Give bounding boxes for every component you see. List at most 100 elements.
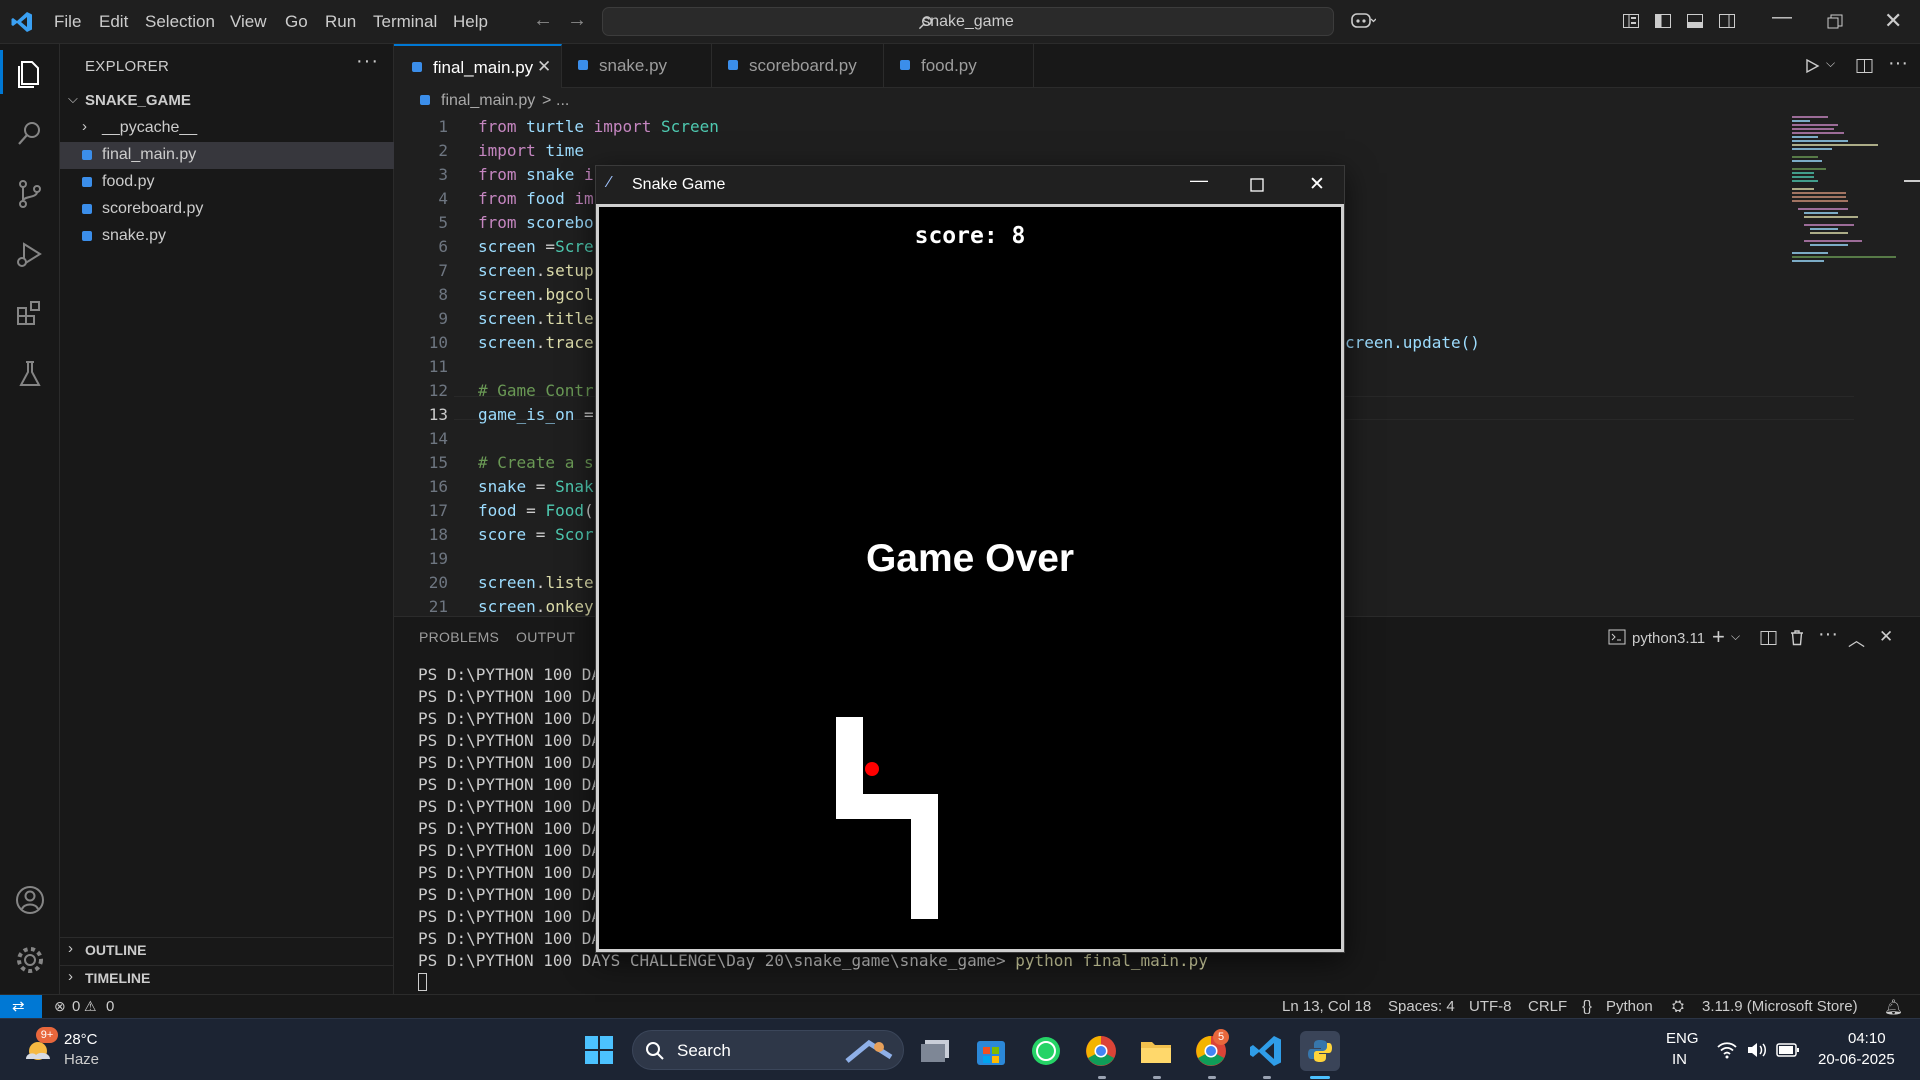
snake-game-window[interactable]: ⁄ Snake Game — ✕ score: 8 Game Over xyxy=(595,165,1345,953)
menu-go[interactable]: Go xyxy=(285,12,308,32)
maximize-panel-icon[interactable]: ︿ xyxy=(1848,626,1865,651)
terminal-line: PS D:\PYTHON 100 DAY xyxy=(418,665,611,684)
vscode-taskbar-icon[interactable] xyxy=(1246,1031,1286,1071)
python-taskbar-app[interactable] xyxy=(1300,1031,1340,1071)
tree-item-snake[interactable]: snake.py xyxy=(60,223,394,250)
whatsapp-icon[interactable] xyxy=(1026,1031,1066,1071)
battery-icon[interactable] xyxy=(1776,1042,1800,1058)
copilot-icon[interactable] xyxy=(1350,11,1376,31)
tree-item-pycache[interactable]: › __pycache__ xyxy=(60,115,394,142)
snake-close-icon[interactable]: ✕ xyxy=(1309,173,1325,196)
indentation[interactable]: Spaces: 4 xyxy=(1388,998,1455,1015)
tab-scoreboard[interactable]: scoreboard.py xyxy=(712,44,884,88)
run-file-icon[interactable] xyxy=(1804,58,1820,74)
command-center-search[interactable]: snake_game xyxy=(602,7,1334,36)
line-endings[interactable]: CRLF xyxy=(1528,998,1567,1015)
chevron-right-icon: › xyxy=(68,968,73,985)
tree-item-final-main[interactable]: final_main.py xyxy=(60,142,394,169)
split-editor-icon[interactable] xyxy=(1856,58,1873,74)
windows-start-icon[interactable] xyxy=(584,1035,614,1065)
python-interpreter[interactable]: 3.11.9 (Microsoft Store) xyxy=(1702,998,1858,1015)
menu-run[interactable]: Run xyxy=(325,12,356,32)
tab-output[interactable]: OUTPUT xyxy=(516,629,575,645)
terminal-name[interactable]: python3.11 xyxy=(1632,630,1705,647)
run-dropdown-icon[interactable]: ⌵ xyxy=(1826,56,1835,71)
tab-problems[interactable]: PROBLEMS xyxy=(419,629,499,645)
run-debug-icon[interactable] xyxy=(12,236,48,272)
menu-edit[interactable]: Edit xyxy=(99,12,128,32)
folder-root[interactable]: ⌵ SNAKE_GAME xyxy=(60,88,394,115)
task-view-icon[interactable] xyxy=(917,1031,957,1071)
minimap[interactable] xyxy=(1788,114,1900,264)
close-tab-icon[interactable]: ✕ xyxy=(537,57,551,77)
braces-icon: {} xyxy=(1582,998,1593,1015)
restore-window-icon[interactable] xyxy=(1827,14,1843,30)
taskbar-search-box[interactable]: Search xyxy=(632,1030,904,1070)
outline-section[interactable]: › OUTLINE xyxy=(60,937,394,964)
minimize-window-icon[interactable]: — xyxy=(1772,6,1792,29)
running-app-indicator xyxy=(1153,1076,1161,1079)
line-number: 15 xyxy=(428,453,448,472)
weather-temp[interactable]: 28°C xyxy=(64,1031,98,1048)
remote-indicator[interactable]: ⇄ xyxy=(0,995,42,1019)
notifications-bell-icon[interactable]: 🔔︎ xyxy=(1884,998,1903,1016)
source-control-icon[interactable] xyxy=(12,176,48,212)
warnings-count[interactable]: 0 xyxy=(106,998,114,1015)
split-terminal-icon[interactable] xyxy=(1760,630,1777,646)
more-actions-icon[interactable]: ··· xyxy=(356,50,379,73)
account-icon[interactable] xyxy=(12,882,48,918)
language-top[interactable]: ENG xyxy=(1666,1030,1699,1047)
testing-icon[interactable] xyxy=(12,356,48,392)
tree-item-food[interactable]: food.py xyxy=(60,169,394,196)
close-window-icon[interactable]: ✕ xyxy=(1884,8,1902,34)
extensions-icon[interactable] xyxy=(12,296,48,332)
encoding[interactable]: UTF-8 xyxy=(1469,998,1512,1015)
file-explorer-icon[interactable] xyxy=(1136,1031,1176,1071)
trash-icon[interactable] xyxy=(1789,629,1805,646)
explorer-icon[interactable] xyxy=(12,56,48,92)
microsoft-store-icon[interactable] xyxy=(971,1031,1011,1071)
back-arrow-icon[interactable]: ← xyxy=(533,9,553,32)
volume-icon[interactable] xyxy=(1746,1041,1768,1059)
menu-file[interactable]: File xyxy=(54,12,81,32)
toggle-panel-icon[interactable] xyxy=(1686,12,1704,30)
snake-minimize-icon[interactable]: — xyxy=(1190,170,1208,191)
menu-view[interactable]: View xyxy=(230,12,267,32)
cursor-position[interactable]: Ln 13, Col 18 xyxy=(1282,998,1371,1015)
panel-more-icon[interactable]: ··· xyxy=(1818,623,1838,646)
menu-terminal[interactable]: Terminal xyxy=(373,12,437,32)
breadcrumb-more[interactable]: ... xyxy=(556,92,569,110)
language-mode[interactable]: Python xyxy=(1606,998,1653,1015)
chrome-icon[interactable] xyxy=(1081,1031,1121,1071)
tree-item-scoreboard[interactable]: scoreboard.py xyxy=(60,196,394,223)
timeline-section[interactable]: › TIMELINE xyxy=(60,965,394,992)
terminal-dropdown-icon[interactable]: ⌵ xyxy=(1731,629,1740,644)
customize-layout-icon[interactable] xyxy=(1622,12,1640,30)
clock-time[interactable]: 04:10 xyxy=(1848,1030,1886,1047)
close-panel-icon[interactable]: ✕ xyxy=(1879,627,1893,647)
tab-food[interactable]: food.py xyxy=(884,44,1034,88)
search-sidebar-icon[interactable] xyxy=(12,116,48,152)
breadcrumb-file[interactable]: final_main.py xyxy=(441,92,535,110)
copilot-status-icon[interactable]: ⛭ xyxy=(1672,998,1684,1015)
weather-desc[interactable]: Haze xyxy=(64,1051,99,1068)
toggle-primary-sidebar-icon[interactable] xyxy=(1654,12,1672,30)
snake-window-titlebar[interactable]: ⁄ Snake Game — ✕ xyxy=(596,166,1344,204)
settings-gear-icon[interactable] xyxy=(12,942,48,978)
tab-final-main[interactable]: final_main.py ✕ xyxy=(394,44,562,88)
menu-selection[interactable]: Selection xyxy=(145,12,215,32)
tab-snake[interactable]: snake.py xyxy=(562,44,712,88)
game-canvas[interactable]: score: 8 Game Over xyxy=(596,204,1344,952)
menu-help[interactable]: Help xyxy=(453,12,488,32)
snake-maximize-icon[interactable] xyxy=(1250,178,1264,192)
new-terminal-icon[interactable]: + xyxy=(1712,624,1725,650)
code-line: from scorebo xyxy=(478,213,594,232)
forward-arrow-icon[interactable]: → xyxy=(567,9,587,32)
toggle-secondary-sidebar-icon[interactable] xyxy=(1718,12,1736,30)
errors-count[interactable]: 0 xyxy=(72,998,80,1015)
wifi-icon[interactable] xyxy=(1716,1041,1738,1059)
language-bottom[interactable]: IN xyxy=(1672,1051,1687,1068)
editor-more-icon[interactable]: ··· xyxy=(1888,52,1908,75)
editor-tabs: final_main.py ✕ snake.py scoreboard.py f… xyxy=(394,44,1920,88)
clock-date[interactable]: 20-06-2025 xyxy=(1818,1051,1895,1068)
